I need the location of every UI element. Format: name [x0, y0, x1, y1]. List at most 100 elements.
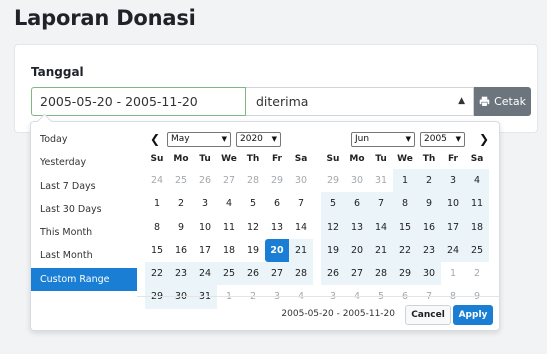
calendar-day[interactable]: 2 — [169, 192, 193, 215]
calendar-day[interactable]: 30 — [417, 262, 441, 286]
calendar-day[interactable]: 26 — [321, 262, 345, 286]
calendar-day[interactable]: 8 — [393, 192, 417, 216]
calendar-day[interactable]: 30 — [345, 169, 369, 192]
print-button[interactable]: Cetak — [474, 87, 531, 116]
month-select-right[interactable]: Jun ▼ — [351, 132, 415, 147]
calendar-day[interactable]: 21 — [289, 238, 313, 263]
calendar-day[interactable]: 27 — [345, 262, 369, 286]
calendar-day[interactable]: 14 — [369, 215, 393, 239]
calendar-day[interactable]: 26 — [193, 169, 217, 192]
calendar-day[interactable]: 26 — [241, 262, 265, 286]
calendar-day[interactable]: 27 — [265, 262, 289, 286]
calendar-day[interactable]: 19 — [241, 239, 265, 262]
calendar-day[interactable]: 23 — [417, 238, 441, 263]
calendar-day[interactable]: 12 — [321, 215, 345, 239]
calendar-day[interactable]: 9 — [169, 216, 193, 239]
calendar-day[interactable]: 7 — [289, 192, 313, 215]
status-select[interactable]: diterima ▲▼ — [246, 87, 474, 133]
weekday-header: Mo — [349, 154, 365, 164]
calendar-day[interactable]: 30 — [289, 169, 313, 192]
calendar-day[interactable]: 3 — [193, 192, 217, 215]
calendar-day[interactable]: 25 — [217, 262, 241, 286]
range-item[interactable]: Last 30 Days — [31, 198, 137, 221]
range-item[interactable]: Custom Range — [31, 267, 137, 292]
year-select-left[interactable]: 2020 ▼ — [236, 132, 281, 147]
year-select-right[interactable]: 2005 ▼ — [420, 132, 465, 147]
calendar-day[interactable]: 11 — [217, 216, 241, 239]
calendar-day[interactable]: 25 — [169, 169, 193, 192]
calendar-day[interactable]: 24 — [193, 262, 217, 286]
page-title: Laporan Donasi — [14, 6, 196, 30]
calendar-day[interactable]: 28 — [289, 262, 313, 286]
calendar-day[interactable]: 24 — [441, 238, 465, 263]
calendar-day[interactable]: 29 — [265, 169, 289, 192]
calendar-day[interactable]: 1 — [441, 262, 465, 285]
calendar-day[interactable]: 13 — [345, 215, 369, 239]
weekday-header: Fr — [447, 154, 458, 164]
calendar-day[interactable]: 3 — [441, 169, 465, 193]
calendar-day[interactable]: 20 — [345, 238, 369, 263]
calendar-day[interactable]: 11 — [465, 192, 489, 216]
calendar-day[interactable]: 4 — [465, 169, 489, 193]
calendar-day[interactable]: 5 — [321, 192, 345, 216]
range-item[interactable]: This Month — [31, 221, 137, 244]
calendar-day[interactable]: 16 — [169, 239, 193, 262]
calendar-day[interactable]: 15 — [393, 215, 417, 239]
calendar-day[interactable]: 22 — [145, 262, 169, 286]
range-item[interactable]: Last 7 Days — [31, 175, 137, 198]
calendar-day[interactable]: 17 — [193, 239, 217, 262]
calendar-day[interactable]: 18 — [465, 215, 489, 239]
calendar-day[interactable]: 23 — [169, 262, 193, 286]
calendar-day[interactable]: 31 — [369, 169, 393, 192]
calendar-day[interactable]: 22 — [393, 238, 417, 263]
calendar-day[interactable]: 19 — [321, 238, 345, 263]
chevron-right-icon[interactable]: ❯ — [479, 132, 489, 146]
chevron-left-icon[interactable]: ❮ — [150, 132, 160, 146]
apply-button[interactable]: Apply — [453, 305, 493, 325]
month-select-right-value: Jun — [355, 134, 370, 144]
range-item[interactable]: Last Month — [31, 244, 137, 267]
calendar-day[interactable]: 4 — [217, 192, 241, 215]
status-select-value: diterima — [256, 94, 309, 109]
calendar-day[interactable]: 15 — [145, 239, 169, 262]
calendar-day[interactable]: 28 — [369, 262, 393, 286]
calendar-day[interactable]: 13 — [265, 216, 289, 239]
year-select-right-value: 2005 — [424, 134, 447, 144]
range-item[interactable]: Yesterday — [31, 151, 137, 174]
selected-range-text: 2005-05-20 - 2005-11-20 — [281, 309, 395, 319]
calendar-day[interactable]: 17 — [441, 215, 465, 239]
calendar-day[interactable]: 18 — [217, 239, 241, 262]
weekday-header: Su — [326, 154, 340, 164]
date-range-input[interactable]: 2005-05-20 - 2005-11-20 — [31, 87, 246, 116]
range-item[interactable]: Today — [31, 128, 137, 151]
calendar-day[interactable]: 5 — [241, 192, 265, 215]
month-select-left[interactable]: May ▼ — [167, 132, 231, 147]
calendar-day[interactable]: 29 — [393, 262, 417, 286]
calendar-day[interactable]: 1 — [393, 169, 417, 193]
calendar-day[interactable]: 14 — [289, 216, 313, 239]
year-select-left-value: 2020 — [240, 134, 263, 144]
calendar-day[interactable]: 2 — [465, 262, 489, 285]
weekday-header: Th — [246, 154, 260, 164]
cancel-button[interactable]: Cancel — [405, 305, 451, 325]
calendar-day[interactable]: 25 — [465, 238, 489, 263]
calendar-day[interactable]: 2 — [417, 169, 441, 193]
calendar-day[interactable]: 24 — [145, 169, 169, 192]
weekday-header: Th — [422, 154, 436, 164]
calendar-day[interactable]: 6 — [345, 192, 369, 216]
calendar-day[interactable]: 12 — [241, 216, 265, 239]
calendar-day[interactable]: 16 — [417, 215, 441, 239]
calendar-day[interactable]: 21 — [369, 238, 393, 263]
calendar-day[interactable]: 20 — [265, 238, 289, 263]
preset-ranges: Today Yesterday Last 7 Days Last 30 Days Thi… — [31, 128, 137, 292]
calendar-day[interactable]: 1 — [145, 192, 169, 215]
calendar-day[interactable]: 10 — [441, 192, 465, 216]
calendar-day[interactable]: 10 — [193, 216, 217, 239]
calendar-day[interactable]: 27 — [217, 169, 241, 192]
calendar-day[interactable]: 28 — [241, 169, 265, 192]
calendar-day[interactable]: 29 — [321, 169, 345, 192]
calendar-day[interactable]: 6 — [265, 192, 289, 215]
calendar-day[interactable]: 7 — [369, 192, 393, 216]
calendar-day[interactable]: 9 — [417, 192, 441, 216]
calendar-day[interactable]: 8 — [145, 216, 169, 239]
